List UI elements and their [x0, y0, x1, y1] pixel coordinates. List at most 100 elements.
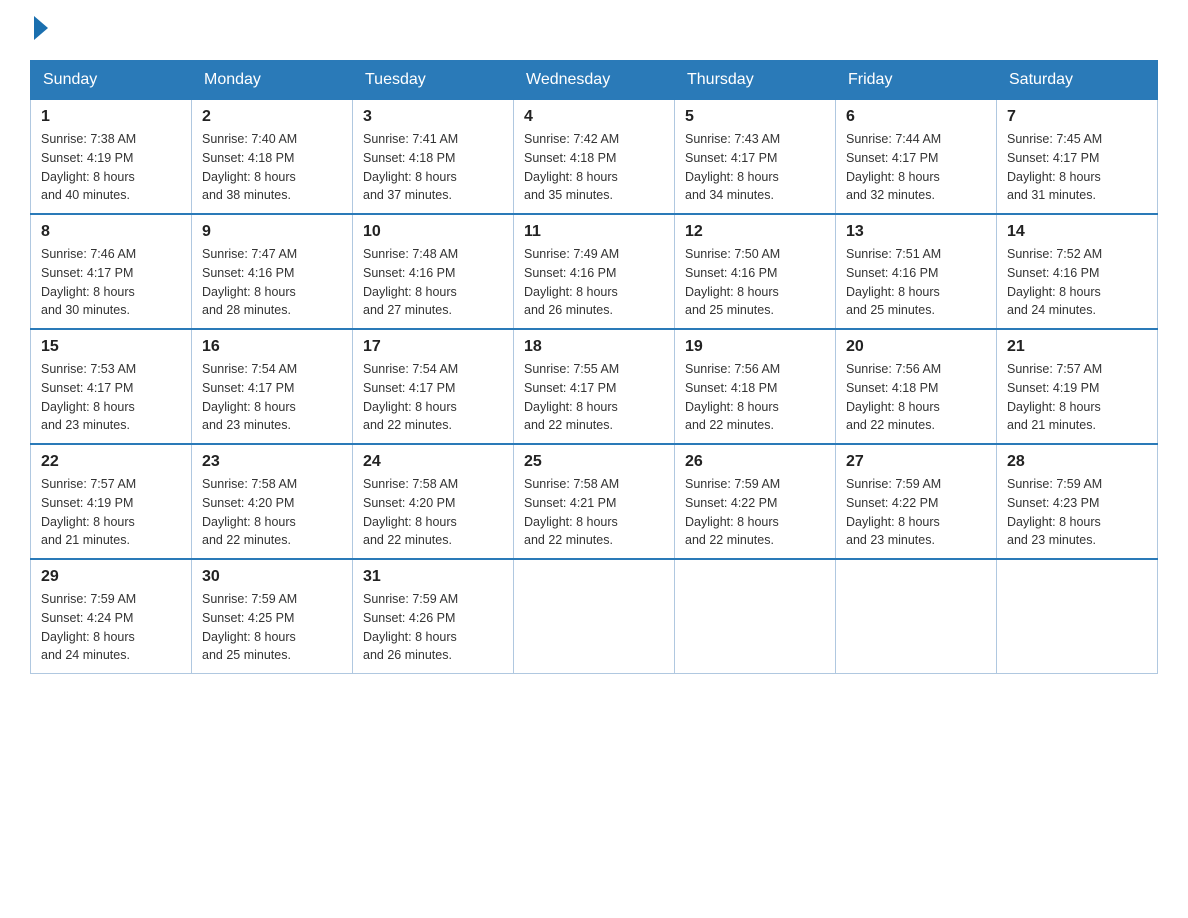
day-info: Sunrise: 7:46 AMSunset: 4:17 PMDaylight:…: [41, 245, 181, 320]
day-of-week-thursday: Thursday: [675, 61, 836, 100]
day-of-week-saturday: Saturday: [997, 61, 1158, 100]
day-number: 18: [524, 338, 664, 356]
day-number: 2: [202, 108, 342, 126]
day-of-week-tuesday: Tuesday: [353, 61, 514, 100]
day-number: 25: [524, 453, 664, 471]
calendar-cell: 17 Sunrise: 7:54 AMSunset: 4:17 PMDaylig…: [353, 329, 514, 444]
calendar-cell: 22 Sunrise: 7:57 AMSunset: 4:19 PMDaylig…: [31, 444, 192, 559]
calendar-week-row: 1 Sunrise: 7:38 AMSunset: 4:19 PMDayligh…: [31, 100, 1158, 215]
day-number: 29: [41, 568, 181, 586]
day-info: Sunrise: 7:59 AMSunset: 4:26 PMDaylight:…: [363, 590, 503, 665]
calendar-cell: 13 Sunrise: 7:51 AMSunset: 4:16 PMDaylig…: [836, 214, 997, 329]
day-number: 10: [363, 223, 503, 241]
day-number: 30: [202, 568, 342, 586]
logo-arrow-icon: [34, 16, 48, 40]
calendar-cell: 7 Sunrise: 7:45 AMSunset: 4:17 PMDayligh…: [997, 100, 1158, 215]
calendar-cell: 20 Sunrise: 7:56 AMSunset: 4:18 PMDaylig…: [836, 329, 997, 444]
day-info: Sunrise: 7:57 AMSunset: 4:19 PMDaylight:…: [41, 475, 181, 550]
day-of-week-friday: Friday: [836, 61, 997, 100]
calendar-table: SundayMondayTuesdayWednesdayThursdayFrid…: [30, 60, 1158, 674]
day-info: Sunrise: 7:55 AMSunset: 4:17 PMDaylight:…: [524, 360, 664, 435]
calendar-week-row: 29 Sunrise: 7:59 AMSunset: 4:24 PMDaylig…: [31, 559, 1158, 674]
calendar-cell: 2 Sunrise: 7:40 AMSunset: 4:18 PMDayligh…: [192, 100, 353, 215]
day-number: 17: [363, 338, 503, 356]
day-info: Sunrise: 7:56 AMSunset: 4:18 PMDaylight:…: [685, 360, 825, 435]
calendar-cell: 6 Sunrise: 7:44 AMSunset: 4:17 PMDayligh…: [836, 100, 997, 215]
day-number: 26: [685, 453, 825, 471]
day-info: Sunrise: 7:47 AMSunset: 4:16 PMDaylight:…: [202, 245, 342, 320]
day-number: 31: [363, 568, 503, 586]
day-number: 7: [1007, 108, 1147, 126]
day-of-week-wednesday: Wednesday: [514, 61, 675, 100]
day-info: Sunrise: 7:44 AMSunset: 4:17 PMDaylight:…: [846, 130, 986, 205]
day-info: Sunrise: 7:48 AMSunset: 4:16 PMDaylight:…: [363, 245, 503, 320]
day-info: Sunrise: 7:53 AMSunset: 4:17 PMDaylight:…: [41, 360, 181, 435]
calendar-cell: 19 Sunrise: 7:56 AMSunset: 4:18 PMDaylig…: [675, 329, 836, 444]
calendar-cell: [514, 559, 675, 674]
calendar-cell: [675, 559, 836, 674]
day-info: Sunrise: 7:59 AMSunset: 4:25 PMDaylight:…: [202, 590, 342, 665]
day-info: Sunrise: 7:59 AMSunset: 4:24 PMDaylight:…: [41, 590, 181, 665]
day-info: Sunrise: 7:45 AMSunset: 4:17 PMDaylight:…: [1007, 130, 1147, 205]
calendar-cell: 18 Sunrise: 7:55 AMSunset: 4:17 PMDaylig…: [514, 329, 675, 444]
day-number: 27: [846, 453, 986, 471]
calendar-week-row: 15 Sunrise: 7:53 AMSunset: 4:17 PMDaylig…: [31, 329, 1158, 444]
calendar-cell: 1 Sunrise: 7:38 AMSunset: 4:19 PMDayligh…: [31, 100, 192, 215]
calendar-cell: 16 Sunrise: 7:54 AMSunset: 4:17 PMDaylig…: [192, 329, 353, 444]
calendar-cell: 10 Sunrise: 7:48 AMSunset: 4:16 PMDaylig…: [353, 214, 514, 329]
calendar-cell: 3 Sunrise: 7:41 AMSunset: 4:18 PMDayligh…: [353, 100, 514, 215]
page-header: [30, 20, 1158, 40]
day-info: Sunrise: 7:51 AMSunset: 4:16 PMDaylight:…: [846, 245, 986, 320]
day-number: 11: [524, 223, 664, 241]
calendar-week-row: 22 Sunrise: 7:57 AMSunset: 4:19 PMDaylig…: [31, 444, 1158, 559]
day-info: Sunrise: 7:41 AMSunset: 4:18 PMDaylight:…: [363, 130, 503, 205]
calendar-cell: 25 Sunrise: 7:58 AMSunset: 4:21 PMDaylig…: [514, 444, 675, 559]
calendar-cell: 14 Sunrise: 7:52 AMSunset: 4:16 PMDaylig…: [997, 214, 1158, 329]
day-number: 9: [202, 223, 342, 241]
calendar-header-row: SundayMondayTuesdayWednesdayThursdayFrid…: [31, 61, 1158, 100]
day-number: 21: [1007, 338, 1147, 356]
day-info: Sunrise: 7:40 AMSunset: 4:18 PMDaylight:…: [202, 130, 342, 205]
logo: [30, 20, 48, 40]
calendar-week-row: 8 Sunrise: 7:46 AMSunset: 4:17 PMDayligh…: [31, 214, 1158, 329]
day-info: Sunrise: 7:59 AMSunset: 4:23 PMDaylight:…: [1007, 475, 1147, 550]
day-info: Sunrise: 7:42 AMSunset: 4:18 PMDaylight:…: [524, 130, 664, 205]
day-number: 23: [202, 453, 342, 471]
calendar-cell: 26 Sunrise: 7:59 AMSunset: 4:22 PMDaylig…: [675, 444, 836, 559]
day-info: Sunrise: 7:59 AMSunset: 4:22 PMDaylight:…: [846, 475, 986, 550]
calendar-cell: 4 Sunrise: 7:42 AMSunset: 4:18 PMDayligh…: [514, 100, 675, 215]
day-number: 22: [41, 453, 181, 471]
day-number: 8: [41, 223, 181, 241]
calendar-cell: [997, 559, 1158, 674]
day-number: 19: [685, 338, 825, 356]
day-info: Sunrise: 7:38 AMSunset: 4:19 PMDaylight:…: [41, 130, 181, 205]
calendar-cell: 8 Sunrise: 7:46 AMSunset: 4:17 PMDayligh…: [31, 214, 192, 329]
calendar-cell: 31 Sunrise: 7:59 AMSunset: 4:26 PMDaylig…: [353, 559, 514, 674]
day-info: Sunrise: 7:54 AMSunset: 4:17 PMDaylight:…: [202, 360, 342, 435]
day-number: 24: [363, 453, 503, 471]
day-info: Sunrise: 7:57 AMSunset: 4:19 PMDaylight:…: [1007, 360, 1147, 435]
calendar-cell: 12 Sunrise: 7:50 AMSunset: 4:16 PMDaylig…: [675, 214, 836, 329]
day-number: 4: [524, 108, 664, 126]
calendar-cell: 27 Sunrise: 7:59 AMSunset: 4:22 PMDaylig…: [836, 444, 997, 559]
day-number: 1: [41, 108, 181, 126]
day-number: 15: [41, 338, 181, 356]
calendar-cell: 21 Sunrise: 7:57 AMSunset: 4:19 PMDaylig…: [997, 329, 1158, 444]
calendar-cell: 30 Sunrise: 7:59 AMSunset: 4:25 PMDaylig…: [192, 559, 353, 674]
calendar-cell: 24 Sunrise: 7:58 AMSunset: 4:20 PMDaylig…: [353, 444, 514, 559]
day-info: Sunrise: 7:56 AMSunset: 4:18 PMDaylight:…: [846, 360, 986, 435]
calendar-cell: [836, 559, 997, 674]
calendar-cell: 11 Sunrise: 7:49 AMSunset: 4:16 PMDaylig…: [514, 214, 675, 329]
day-number: 16: [202, 338, 342, 356]
day-info: Sunrise: 7:52 AMSunset: 4:16 PMDaylight:…: [1007, 245, 1147, 320]
day-info: Sunrise: 7:58 AMSunset: 4:20 PMDaylight:…: [202, 475, 342, 550]
day-of-week-monday: Monday: [192, 61, 353, 100]
day-info: Sunrise: 7:43 AMSunset: 4:17 PMDaylight:…: [685, 130, 825, 205]
day-number: 6: [846, 108, 986, 126]
day-number: 12: [685, 223, 825, 241]
calendar-cell: 29 Sunrise: 7:59 AMSunset: 4:24 PMDaylig…: [31, 559, 192, 674]
day-number: 14: [1007, 223, 1147, 241]
day-number: 20: [846, 338, 986, 356]
day-info: Sunrise: 7:58 AMSunset: 4:20 PMDaylight:…: [363, 475, 503, 550]
day-of-week-sunday: Sunday: [31, 61, 192, 100]
